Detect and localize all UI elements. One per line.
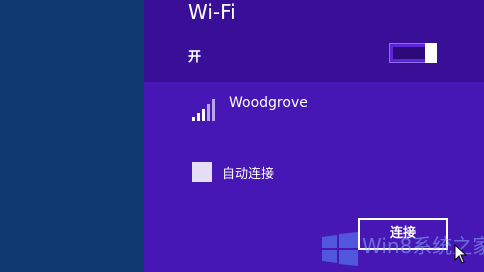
- panel-title: Wi-Fi: [188, 0, 236, 24]
- toggle-track: [393, 47, 425, 59]
- auto-connect-checkbox[interactable]: [192, 162, 212, 182]
- screen: Wi-Fi 开 Woodgrove 自动连接 连接 Win8系统之家: [0, 0, 484, 272]
- connect-button[interactable]: 连接: [358, 218, 448, 250]
- desktop-background: [0, 0, 144, 272]
- auto-connect-label: 自动连接: [222, 167, 275, 182]
- wifi-toggle[interactable]: [389, 43, 437, 63]
- network-name: Woodgrove: [229, 95, 308, 111]
- mouse-cursor-icon: [454, 244, 468, 264]
- auto-connect-option[interactable]: 自动连接: [192, 160, 392, 184]
- wifi-signal-icon: [192, 99, 215, 121]
- network-item-woodgrove[interactable]: Woodgrove: [192, 93, 432, 123]
- wifi-settings-panel: Wi-Fi 开 Woodgrove 自动连接 连接: [144, 0, 484, 272]
- toggle-thumb[interactable]: [425, 43, 437, 63]
- panel-header: Wi-Fi 开: [144, 0, 484, 82]
- wifi-toggle-label: 开: [188, 50, 202, 65]
